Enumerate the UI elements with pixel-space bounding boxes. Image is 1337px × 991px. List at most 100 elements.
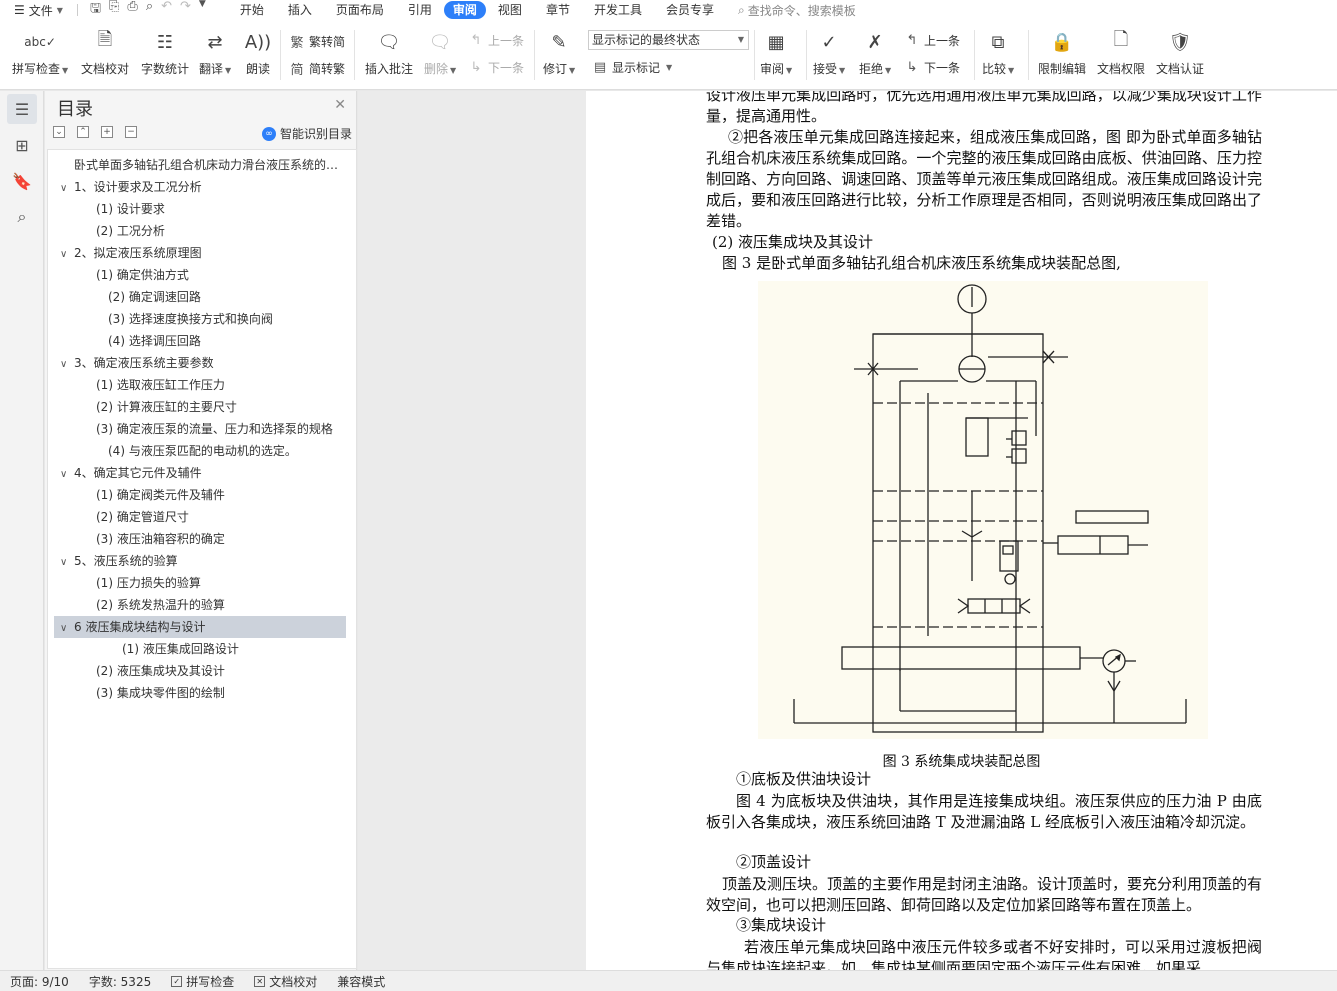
collapse-all-icon[interactable]: ⌄ bbox=[53, 126, 65, 138]
insert-comment-button[interactable]: 🗨 插入批注 bbox=[365, 28, 413, 77]
file-menu[interactable]: ☰ 文件 ▼ bbox=[0, 0, 71, 20]
spellcheck-status[interactable]: ✓ 拼写检查 bbox=[161, 973, 244, 990]
prev-change-button[interactable]: ↰ 上一条 bbox=[904, 32, 960, 49]
next-change-icon: ↳ bbox=[906, 60, 918, 75]
tab-page-layout[interactable]: 页面布局 bbox=[324, 0, 396, 20]
toc-item[interactable]: (3) 液压油箱容积的确定 bbox=[48, 528, 346, 550]
accept-button[interactable]: ✓ 接受 ▼ bbox=[813, 28, 845, 77]
reject-button[interactable]: ✗ 拒绝 ▼ bbox=[859, 28, 891, 77]
expand-all-icon[interactable]: ⌃ bbox=[77, 126, 89, 138]
close-icon[interactable]: ✕ bbox=[334, 97, 346, 113]
permission-icon: 🗋 bbox=[1113, 29, 1129, 50]
next-comment-button[interactable]: ↳ 下一条 bbox=[468, 59, 524, 76]
toc-item[interactable]: (2) 液压集成块及其设计 bbox=[48, 660, 346, 682]
page-indicator[interactable]: 页面: 9/10 bbox=[0, 973, 79, 990]
export-icon[interactable]: ⎘ bbox=[109, 0, 119, 21]
save-icon[interactable]: 🖫 bbox=[90, 0, 101, 21]
toc-item[interactable]: (2) 确定管道尺寸 bbox=[48, 506, 346, 528]
toc-item[interactable]: (1) 确定阀类元件及辅件 bbox=[48, 484, 346, 506]
proofread-button[interactable]: 🗎 文档校对 bbox=[81, 28, 129, 77]
markup-state-select[interactable]: 显示标记的最终状态 ▼ bbox=[588, 30, 749, 50]
toc-item[interactable]: (2) 系统发热温升的验算 bbox=[48, 594, 346, 616]
smart-toc-button[interactable]: ∞ 智能识别目录 bbox=[261, 125, 352, 142]
redo-icon[interactable]: ↷ bbox=[180, 0, 191, 21]
doc-permission-button[interactable]: 🗋 文档权限 bbox=[1097, 28, 1145, 77]
toc-item[interactable]: ∨ 6 液压集成块结构与设计 bbox=[54, 616, 346, 638]
to-traditional-button[interactable]: 繁繁转简 bbox=[289, 32, 345, 51]
heading: ②顶盖设计 bbox=[736, 853, 812, 871]
print-preview-icon[interactable]: ⌕ bbox=[146, 0, 153, 21]
toc-item[interactable]: (1) 确定供油方式 bbox=[48, 264, 346, 286]
tab-insert[interactable]: 插入 bbox=[276, 0, 324, 20]
customize-icon[interactable]: ▼ bbox=[199, 0, 206, 21]
toc-item[interactable]: (2) 工况分析 bbox=[48, 220, 346, 242]
tab-chapter[interactable]: 章节 bbox=[534, 0, 582, 20]
chevron-down-icon[interactable]: ∨ bbox=[60, 354, 74, 374]
chevron-down-icon[interactable]: ∨ bbox=[60, 178, 74, 198]
undo-icon[interactable]: ↶ bbox=[161, 0, 172, 21]
tab-developer[interactable]: 开发工具 bbox=[582, 0, 654, 20]
toc-item[interactable]: ∨ 5、液压系统的验算 bbox=[48, 550, 346, 572]
chapter-panel-icon[interactable]: ⊞ bbox=[7, 130, 37, 160]
doc-certify-button[interactable]: 🛡 文档认证 bbox=[1156, 28, 1204, 77]
search-icon[interactable]: ⌕ bbox=[7, 202, 37, 232]
toc-item[interactable]: ∨ 4、确定其它元件及辅件 bbox=[48, 462, 346, 484]
delete-comment-button[interactable]: 🗨 删除 ▼ bbox=[424, 28, 456, 77]
paragraph: 若液压单元集成块回路中液压元件较多或者不好安排时，可以采用过渡板把阀与集成块连接… bbox=[706, 938, 1262, 970]
chevron-down-icon[interactable]: ∨ bbox=[60, 464, 74, 484]
toc-item-label: 3、确定液压系统主要参数 bbox=[74, 356, 214, 370]
toc-item[interactable]: (1) 选取液压缸工作压力 bbox=[48, 374, 346, 396]
spellcheck-button[interactable]: abc✓ 拼写检查 ▼ bbox=[12, 28, 68, 77]
tab-review[interactable]: 审阅 bbox=[443, 1, 486, 19]
document-page[interactable]: 设计液压单元集成回路时，优先选用通用液压单元集成回路，以减少集成块设计工作量，提… bbox=[586, 91, 1337, 970]
remove-heading-icon[interactable]: − bbox=[125, 126, 137, 138]
toc-item[interactable]: (1) 液压集成回路设计 bbox=[48, 638, 346, 660]
toc-item[interactable]: (3) 集成块零件图的绘制 bbox=[48, 682, 346, 704]
restrict-edit-button[interactable]: 🔒 限制编辑 bbox=[1038, 28, 1086, 77]
toc-item[interactable]: (2) 计算液压缸的主要尺寸 bbox=[48, 396, 346, 418]
toc-item-label: (2) 确定管道尺寸 bbox=[96, 510, 189, 524]
track-changes-button[interactable]: ✎ 修订 ▼ bbox=[543, 28, 575, 77]
toc-item-label: (3) 液压油箱容积的确定 bbox=[96, 532, 225, 546]
chevron-down-icon[interactable]: ∨ bbox=[60, 244, 74, 264]
print-icon[interactable]: ⎙ bbox=[127, 0, 137, 21]
translate-button[interactable]: ⇄ 翻译 ▼ bbox=[199, 28, 231, 77]
toc-item[interactable]: (1) 设计要求 bbox=[48, 198, 346, 220]
review-pane-button[interactable]: ▦ 审阅 ▼ bbox=[760, 28, 792, 77]
toc-item[interactable]: (1) 压力损失的验算 bbox=[48, 572, 346, 594]
toc-list: 卧式单面多轴钻孔组合机床动力滑台液压系统的设计 ∨ 1、设计要求及工况分析 (1) 设… bbox=[47, 149, 357, 969]
toc-item[interactable]: (4) 与液压泵匹配的电动机的选定。 bbox=[48, 440, 346, 462]
checkbox-icon: ✓ bbox=[171, 975, 183, 987]
toc-item[interactable]: (4) 选择调压回路 bbox=[48, 330, 346, 352]
toc-panel-icon[interactable]: ☰ bbox=[7, 94, 37, 124]
next-change-button[interactable]: ↳ 下一条 bbox=[904, 59, 960, 76]
toc-item[interactable]: ∨ 2、拟定液压系统原理图 bbox=[48, 242, 346, 264]
proofread-status[interactable]: ✕ 文档校对 bbox=[244, 973, 327, 990]
chevron-down-icon[interactable]: ∨ bbox=[60, 552, 74, 572]
tab-references[interactable]: 引用 bbox=[396, 0, 444, 20]
bookmark-icon[interactable]: 🔖 bbox=[7, 166, 37, 196]
assembly-drawing-figure bbox=[758, 281, 1208, 739]
menu-bar: ☰ 文件 ▼ 🖫 ⎘ ⎙ ⌕ ↶ ↷ ▼ 开始 插入 页面布局 引用 审阅 视图… bbox=[0, 0, 1337, 20]
wordcount-button[interactable]: ☷ 字数统计 bbox=[141, 28, 189, 77]
chevron-down-icon[interactable]: ∨ bbox=[60, 618, 74, 638]
tab-home[interactable]: 开始 bbox=[228, 0, 276, 20]
toc-item[interactable]: (3) 确定液压泵的流量、压力和选择泵的规格 bbox=[48, 418, 346, 440]
heading: ③集成块设计 bbox=[736, 916, 827, 934]
review-pane-icon: ▦ bbox=[767, 31, 785, 53]
compare-button[interactable]: ⧉ 比较 ▼ bbox=[982, 28, 1014, 77]
to-simplified-button[interactable]: 简简转繁 bbox=[289, 59, 345, 78]
tab-member[interactable]: 会员专享 bbox=[654, 0, 726, 20]
toc-item[interactable]: (3) 选择速度换接方式和换向阀 bbox=[48, 308, 346, 330]
read-aloud-button[interactable]: A)) 朗读 bbox=[244, 28, 272, 77]
tab-view[interactable]: 视图 bbox=[486, 0, 534, 20]
toc-item[interactable]: (2) 确定调速回路 bbox=[48, 286, 346, 308]
toc-item[interactable]: 卧式单面多轴钻孔组合机床动力滑台液压系统的设计 bbox=[48, 154, 346, 176]
command-search[interactable]: ⌕ 查找命令、搜索模板 bbox=[738, 2, 856, 19]
word-count[interactable]: 字数: 5325 bbox=[79, 973, 161, 990]
show-markup-button[interactable]: ▤ 显示标记 ▼ bbox=[592, 59, 672, 76]
toc-item[interactable]: ∨ 1、设计要求及工况分析 bbox=[48, 176, 346, 198]
add-heading-icon[interactable]: + bbox=[101, 126, 113, 138]
prev-comment-button[interactable]: ↰ 上一条 bbox=[468, 32, 524, 49]
toc-item[interactable]: ∨ 3、确定液压系统主要参数 bbox=[48, 352, 346, 374]
